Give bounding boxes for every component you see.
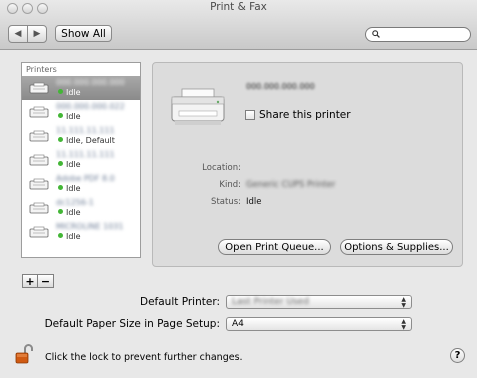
- status-dot-icon: [58, 113, 63, 118]
- printer-icon: [29, 106, 49, 118]
- printer-name: dc1256-1: [56, 198, 94, 207]
- printer-detail-panel: 000.000.000.000 Share this printer Locat…: [152, 62, 463, 267]
- printer-status-text: Idle: [66, 88, 81, 97]
- printer-status: Idle: [58, 88, 81, 97]
- forward-arrow-icon[interactable]: ▶: [27, 26, 46, 42]
- printer-status: Idle: [58, 112, 81, 121]
- printer-status: Idle: [58, 160, 81, 169]
- printer-status-text: Idle: [66, 232, 81, 241]
- share-printer-option[interactable]: Share this printer: [245, 109, 351, 121]
- printer-list-header: Printers: [26, 65, 57, 74]
- remove-printer-button[interactable]: −: [38, 274, 54, 288]
- share-printer-checkbox[interactable]: [245, 110, 255, 120]
- printer-list: Printers 000.000.000.000 Idle 000.000.00…: [21, 62, 141, 258]
- printer-status-text: Idle: [66, 112, 81, 121]
- help-button[interactable]: ?: [450, 348, 465, 363]
- printer-icon: [29, 154, 49, 166]
- default-printer-value: Last Printer Used: [232, 297, 309, 307]
- printer-name: MICROLINE 1031: [56, 222, 124, 231]
- printer-icon: [29, 130, 49, 142]
- printer-name: 11.111.11.111: [56, 150, 115, 159]
- printer-icon: [29, 82, 49, 94]
- printer-list-item[interactable]: 000.000.000.022 Idle: [22, 100, 140, 124]
- printer-status-text: Idle, Default: [66, 136, 115, 145]
- printer-list-item[interactable]: 11.111.11.111 Idle, Default: [22, 124, 140, 148]
- printer-status: Idle: [58, 184, 81, 193]
- navigation-buttons: ◀ ▶: [8, 25, 47, 43]
- status-dot-icon: [58, 161, 63, 166]
- default-printer-label: Default Printer:: [140, 296, 220, 308]
- printer-icon: [29, 226, 49, 238]
- printer-icon: [29, 178, 49, 190]
- kind-label: Kind:: [219, 180, 241, 190]
- printer-list-item[interactable]: dc1256-1 Idle: [22, 196, 140, 220]
- updown-arrows-icon: ▲ ▼: [401, 318, 406, 331]
- open-print-queue-button[interactable]: Open Print Queue...: [218, 239, 331, 255]
- default-printer-select[interactable]: Last Printer Used ▲ ▼: [226, 295, 412, 309]
- lock-message: Click the lock to prevent further change…: [45, 352, 243, 363]
- location-label: Location:: [202, 163, 241, 173]
- status-dot-icon: [58, 185, 63, 190]
- search-input[interactable]: [365, 27, 471, 42]
- printer-status: Idle, Default: [58, 136, 115, 145]
- printer-status-text: Idle: [66, 184, 81, 193]
- kind-value: Generic CUPS Printer: [246, 180, 336, 190]
- add-printer-button[interactable]: +: [22, 274, 38, 288]
- large-printer-icon: [171, 88, 225, 125]
- printer-name: 11.111.11.111: [56, 126, 115, 135]
- printer-title: 000.000.000.000: [246, 82, 315, 91]
- printer-list-item[interactable]: Adobe PDF 8.0 Idle: [22, 172, 140, 196]
- share-printer-label: Share this printer: [259, 109, 351, 121]
- printer-list-item[interactable]: 000.000.000.000 Idle: [22, 76, 140, 100]
- printer-icon: [29, 202, 49, 214]
- title-toolbar: Print & Fax ◀ ▶ Show All: [0, 0, 477, 50]
- paper-size-label: Default Paper Size in Page Setup:: [44, 318, 220, 330]
- show-all-button[interactable]: Show All: [55, 25, 112, 42]
- status-dot-icon: [58, 89, 63, 94]
- printer-status: Idle: [58, 208, 81, 217]
- window-title: Print & Fax: [210, 1, 267, 13]
- printer-status-text: Idle: [66, 208, 81, 217]
- printer-status-text: Idle: [66, 160, 81, 169]
- status-dot-icon: [58, 137, 63, 142]
- printer-name: 000.000.000.000: [56, 78, 125, 87]
- paper-size-select[interactable]: A4 ▲ ▼: [226, 317, 412, 331]
- print-fax-window: Print & Fax ◀ ▶ Show All Printers 000.00…: [0, 0, 477, 378]
- printer-name: Adobe PDF 8.0: [56, 174, 115, 183]
- paper-size-value: A4: [232, 319, 244, 329]
- magnifier-icon: [372, 30, 380, 38]
- printer-status: Idle: [58, 232, 81, 241]
- printer-list-item[interactable]: 11.111.11.111 Idle: [22, 148, 140, 172]
- status-label: Status:: [211, 197, 241, 207]
- updown-arrows-icon: ▲ ▼: [401, 296, 406, 309]
- printer-list-item[interactable]: MICROLINE 1031 Idle: [22, 220, 140, 244]
- printer-name: 000.000.000.022: [56, 102, 125, 111]
- list-edit-buttons: + −: [22, 274, 54, 288]
- status-dot-icon: [58, 233, 63, 238]
- lock-open-icon[interactable]: [14, 343, 34, 365]
- status-value: Idle: [246, 197, 262, 207]
- back-arrow-icon[interactable]: ◀: [9, 26, 27, 42]
- status-dot-icon: [58, 209, 63, 214]
- options-supplies-button[interactable]: Options & Supplies...: [340, 239, 453, 255]
